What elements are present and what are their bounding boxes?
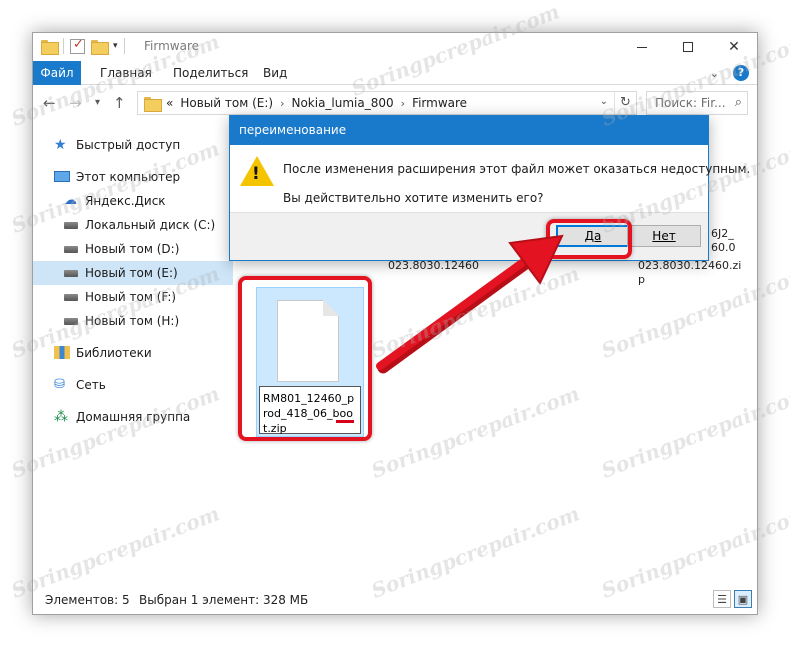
new-folder-icon[interactable] [91, 39, 109, 55]
breadcrumb-item-drive[interactable]: Новый том (E:) [180, 96, 273, 110]
ribbon-tabs: Файл Главная Поделиться Вид ⌄ ? [33, 61, 757, 85]
dialog-footer: Да Нет [230, 212, 708, 260]
star-icon: ★ [54, 137, 67, 153]
file-name-fragment[interactable]: 6J2_ [711, 227, 734, 241]
toolbar-divider [63, 38, 64, 54]
drive-icon [64, 222, 78, 229]
drive-icon [64, 318, 78, 325]
sidebar-item-yandex-disk[interactable]: ☁ Яндекс.Диск [33, 189, 233, 213]
sidebar-item-network[interactable]: ⛁ Сеть [33, 373, 233, 397]
sidebar-item-label: Новый том (D:) [85, 242, 180, 256]
window-controls: ✕ [619, 33, 757, 61]
breadcrumb-item-nokia[interactable]: Nokia_lumia_800 [291, 96, 393, 110]
status-item-count: Элементов: 5 [45, 593, 130, 607]
folder-icon [144, 97, 162, 112]
toolbar-divider [123, 38, 125, 54]
minimize-icon [637, 46, 647, 48]
recent-locations-icon[interactable]: ▾ [95, 97, 100, 108]
properties-icon[interactable] [70, 37, 85, 54]
expand-ribbon-icon[interactable]: ⌄ [710, 67, 719, 80]
up-arrow-icon[interactable]: ↑ [113, 94, 126, 112]
chevron-right-icon: › [400, 96, 406, 110]
highlight-yes-button [546, 219, 632, 259]
minimize-button[interactable] [619, 33, 665, 61]
help-icon[interactable]: ? [733, 65, 749, 81]
refresh-icon[interactable]: ↻ [614, 92, 636, 114]
close-button[interactable]: ✕ [711, 33, 757, 61]
breadcrumb-item-firmware[interactable]: Firmware [412, 96, 467, 110]
view-switcher: ☰ ▣ [713, 590, 752, 608]
ribbon-right-controls: ⌄ ? [710, 65, 749, 81]
no-button[interactable]: Нет [627, 225, 701, 247]
file-name-fragment[interactable]: 023.8030.12460 [388, 259, 479, 273]
large-icons-view-icon[interactable]: ▣ [734, 590, 752, 608]
sidebar-item-drive-c[interactable]: Локальный диск (C:) [33, 213, 233, 237]
sidebar-item-label: Библиотеки [76, 346, 152, 360]
navigation-pane: ★ Быстрый доступ Этот компьютер ☁ Яндекс… [33, 133, 233, 429]
sidebar-item-label: Яндекс.Диск [85, 194, 166, 208]
sidebar-item-quick-access[interactable]: ★ Быстрый доступ [33, 133, 233, 157]
dialog-title: переименование [230, 116, 708, 145]
forward-arrow-icon[interactable]: → [69, 94, 82, 112]
warning-mark: ! [252, 164, 260, 184]
sidebar-item-label: Новый том (H:) [85, 314, 180, 328]
file-name-fragment[interactable]: 023.8030.12460.zi [638, 259, 741, 273]
sidebar-item-label: Сеть [76, 378, 106, 392]
sidebar-item-label: Новый том (E:) [85, 266, 178, 280]
back-arrow-icon[interactable]: ← [43, 94, 56, 112]
close-icon: ✕ [728, 39, 740, 55]
chevron-right-icon: › [280, 96, 285, 110]
sidebar-item-homegroup[interactable]: ⁂ Домашняя группа [33, 405, 233, 429]
navigation-bar: ← → ▾ ↑ « Новый том (E:) › Nokia_lumia_8… [33, 88, 757, 118]
details-view-icon[interactable]: ☰ [713, 590, 731, 608]
drive-icon [64, 246, 78, 253]
file-name-fragment[interactable]: 60.0 [711, 241, 736, 255]
dialog-message: После изменения расширения этот файл мож… [283, 162, 751, 176]
address-bar[interactable]: « Новый том (E:) › Nokia_lumia_800 › Fir… [137, 91, 637, 115]
folder-icon [41, 39, 59, 55]
search-input[interactable]: Поиск: Fir... ⌕ [646, 91, 748, 115]
search-placeholder: Поиск: Fir... [655, 96, 726, 110]
sidebar-item-this-pc[interactable]: Этот компьютер [33, 165, 233, 189]
sidebar-item-drive-h[interactable]: Новый том (H:) [33, 309, 233, 333]
quick-access-toolbar: ▾ [41, 37, 125, 55]
highlight-selected-file [238, 276, 372, 441]
yandex-disk-icon: ☁ [64, 193, 77, 208]
no-button-label: Нет [652, 229, 676, 243]
window-title: Firmware [144, 39, 199, 53]
tab-view[interactable]: Вид [263, 61, 287, 85]
dialog-question: Вы действительно хотите изменить его? [283, 191, 544, 205]
sidebar-item-label: Быстрый доступ [76, 138, 181, 152]
sidebar-item-drive-d[interactable]: Новый том (D:) [33, 237, 233, 261]
customize-toolbar-icon[interactable]: ▾ [113, 41, 118, 51]
tab-share[interactable]: Поделиться [173, 61, 248, 85]
sidebar-item-label: Этот компьютер [76, 170, 181, 184]
libraries-icon [54, 346, 70, 359]
sidebar-item-drive-e[interactable]: Новый том (E:) [33, 261, 233, 285]
search-icon[interactable]: ⌕ [735, 95, 742, 110]
sidebar-item-label: Локальный диск (C:) [85, 218, 216, 232]
tab-file[interactable]: Файл [33, 61, 81, 85]
sidebar-item-libraries[interactable]: Библиотеки [33, 341, 233, 365]
drive-icon [64, 270, 78, 277]
rename-dialog: переименование ! После изменения расшире… [229, 115, 750, 261]
maximize-button[interactable] [665, 33, 711, 61]
drive-icon [64, 294, 78, 301]
sidebar-item-label: Домашняя группа [76, 410, 191, 424]
file-name-fragment[interactable]: p [638, 273, 645, 287]
title-bar: ▾ Firmware ✕ [33, 33, 757, 61]
homegroup-icon: ⁂ [54, 409, 68, 425]
status-selection: Выбран 1 элемент: 328 МБ [139, 593, 309, 607]
status-bar: Элементов: 5 Выбран 1 элемент: 328 МБ ☰ … [33, 586, 757, 614]
network-icon: ⛁ [54, 377, 65, 392]
zip-extension-underline [336, 420, 354, 423]
maximize-icon [683, 42, 693, 52]
computer-icon [54, 171, 70, 182]
sidebar-item-drive-f[interactable]: Новый том (F:) [33, 285, 233, 309]
sidebar-item-label: Новый том (F:) [85, 290, 177, 304]
breadcrumb: « Новый том (E:) › Nokia_lumia_800 › Fir… [166, 96, 467, 110]
tab-home[interactable]: Главная [100, 61, 152, 85]
chevron-down-icon[interactable]: ⌄ [600, 96, 608, 107]
breadcrumb-overflow[interactable]: « [166, 96, 173, 110]
